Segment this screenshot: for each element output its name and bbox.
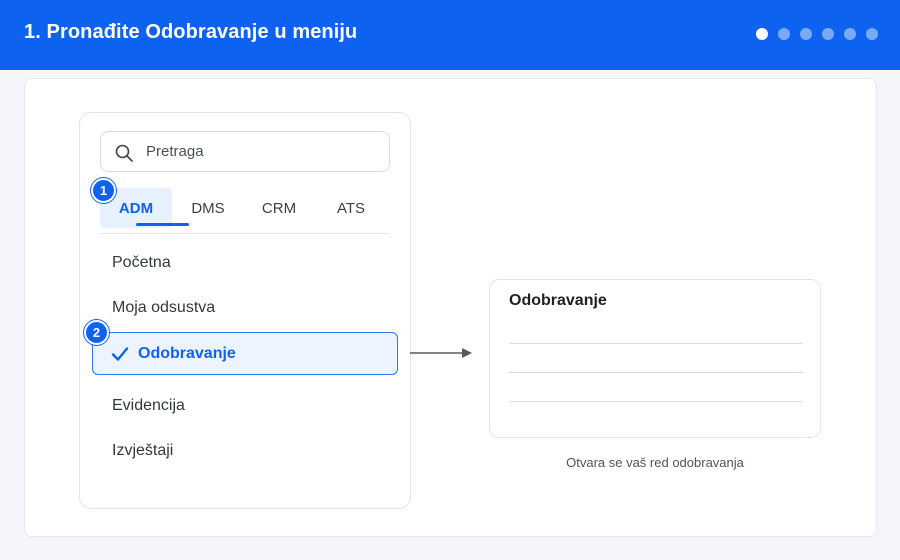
placeholder-row	[509, 372, 803, 373]
step-badge-1: 1	[91, 178, 116, 203]
card-caption: Otvara se vaš red odobravanja	[566, 455, 744, 470]
tab-dms-label: DMS	[191, 199, 225, 217]
tab-dms[interactable]: DMS	[180, 188, 236, 228]
module-tabs: ADM DMS CRM ATS	[100, 188, 390, 234]
tab-crm-label: CRM	[261, 199, 297, 217]
menu-item-evidencija[interactable]: Evidencija	[112, 397, 185, 415]
card-title: Odobravanje	[509, 292, 607, 309]
menu-item-izvjestaji[interactable]: Izvještaji	[112, 442, 173, 460]
menu-item-pocetna[interactable]: Početna	[112, 254, 171, 272]
approval-queue-card: Odobravanje	[489, 279, 821, 438]
menu-item-odobravanje[interactable]: Odobravanje	[92, 332, 398, 375]
tab-ats-label: ATS	[336, 199, 366, 217]
header-bar: 1. Pronađite Odobravanje u meniju	[0, 0, 900, 70]
arrow-right-icon	[410, 348, 472, 358]
tab-ats[interactable]: ATS	[323, 188, 379, 228]
step-dot-4[interactable]	[822, 28, 834, 40]
step-badge-2: 2	[84, 320, 109, 345]
placeholder-row	[509, 343, 803, 344]
step-dot-1[interactable]	[756, 28, 768, 40]
step-dot-5[interactable]	[844, 28, 856, 40]
search-placeholder: Pretraga	[146, 143, 204, 160]
menu-item-moja-odsustva[interactable]: Moja odsustva	[112, 299, 215, 317]
search-icon	[115, 144, 133, 162]
step-dot-3[interactable]	[800, 28, 812, 40]
step-title: 1. Pronađite Odobravanje u meniju	[24, 21, 358, 43]
step-dot-2[interactable]	[778, 28, 790, 40]
tab-adm-label: ADM	[118, 199, 154, 217]
step-progress-dots	[756, 28, 878, 40]
menu-item-odobravanje-label: Odobravanje	[138, 345, 236, 362]
tab-crm[interactable]: CRM	[251, 188, 307, 228]
search-input[interactable]: Pretraga	[100, 131, 390, 172]
step-dot-6[interactable]	[866, 28, 878, 40]
placeholder-row	[509, 401, 803, 402]
checkmark-icon	[111, 347, 129, 361]
